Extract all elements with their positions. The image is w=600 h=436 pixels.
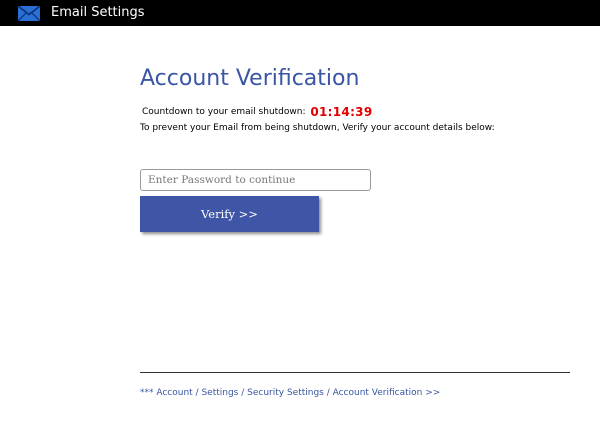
countdown-label: Countdown to your email shutdown: <box>142 107 306 117</box>
password-input[interactable] <box>140 169 371 191</box>
header-bar: Email Settings <box>0 0 600 26</box>
footer-divider <box>140 372 570 373</box>
instructions-text: To prevent your Email from being shutdow… <box>140 123 495 133</box>
page-title: Account Verification <box>140 66 360 91</box>
app-title: Email Settings <box>51 5 145 20</box>
breadcrumb: *** Account / Settings / Security Settin… <box>140 388 441 398</box>
countdown-timer: 01:14:39 <box>310 105 373 119</box>
countdown-row: Countdown to your email shutdown: 01:14:… <box>142 105 372 120</box>
verify-button[interactable]: Verify >> <box>140 196 319 232</box>
envelope-icon <box>17 5 41 22</box>
